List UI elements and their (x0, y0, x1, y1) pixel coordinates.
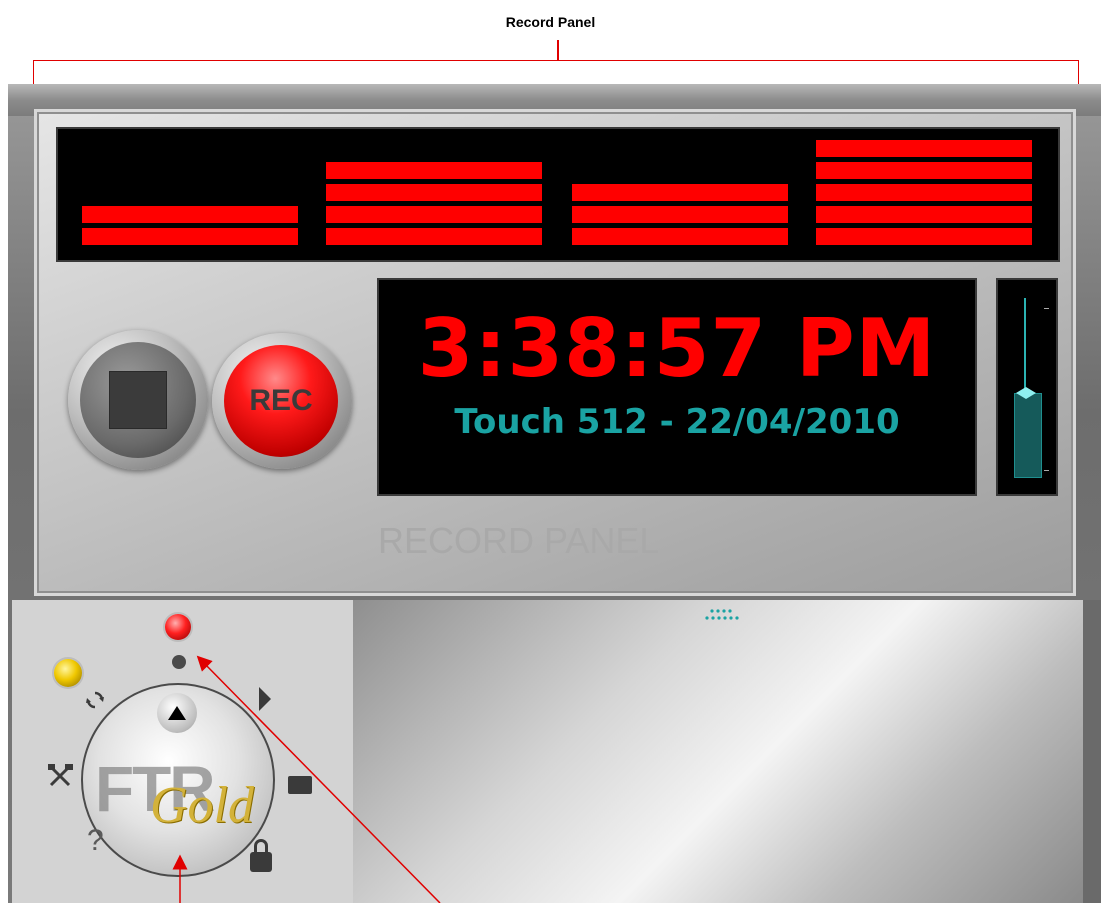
meter-bar (326, 206, 542, 223)
meter-bar (82, 206, 298, 223)
meter-bar (816, 184, 1032, 201)
volume-slider-tick-top (1044, 308, 1049, 309)
folder-icon[interactable] (288, 776, 312, 794)
time-display: 3:38:57 PM Touch 512 - 22/04/2010 (377, 278, 977, 496)
record-status-led (165, 614, 191, 640)
meter-bar (816, 140, 1032, 157)
device-right-edge (1083, 600, 1101, 903)
sync-icon[interactable] (86, 690, 104, 715)
meter-bar (816, 206, 1032, 223)
help-icon[interactable]: ? (87, 824, 104, 858)
scroll-up-button[interactable] (157, 693, 197, 733)
meter-bar (816, 228, 1032, 245)
record-button-label: REC (249, 384, 313, 417)
meter-bar (326, 228, 542, 245)
stop-button[interactable] (68, 330, 208, 470)
callout-title: Record Panel (505, 14, 596, 30)
recording-info: Touch 512 - 22/04/2010 (454, 402, 900, 442)
level-meter-strip (56, 127, 1060, 262)
volume-slider-fill (1014, 393, 1042, 478)
work-area (353, 600, 1083, 903)
up-arrow-icon (168, 706, 186, 720)
panel-caption: RECORD PANEL (378, 520, 660, 561)
lock-icon[interactable] (250, 852, 272, 872)
tools-icon[interactable] (48, 764, 74, 794)
status-dot (172, 655, 186, 669)
meter-bar (326, 184, 542, 201)
meter-bar (82, 228, 298, 245)
screen: Record Panel REC 3:38:57 PM Touch 512 - … (0, 0, 1101, 903)
meter-bar (816, 162, 1032, 179)
activity-dots-icon (703, 608, 745, 627)
brand-gold: Gold (150, 777, 254, 834)
volume-slider-tick-bottom (1044, 470, 1049, 471)
record-button-face: REC (224, 345, 338, 457)
clock-time: 3:38:57 PM (417, 302, 937, 395)
play-icon[interactable] (258, 686, 272, 719)
stop-button-face (80, 342, 196, 458)
meter-bar (572, 184, 788, 201)
meter-bar (326, 162, 542, 179)
volume-slider[interactable] (996, 278, 1058, 496)
sync-status-led (54, 659, 82, 687)
meter-bar (572, 206, 788, 223)
stop-icon (110, 372, 166, 428)
callout-stem (557, 40, 559, 61)
meter-bar (572, 228, 788, 245)
record-button[interactable]: REC (212, 333, 352, 469)
